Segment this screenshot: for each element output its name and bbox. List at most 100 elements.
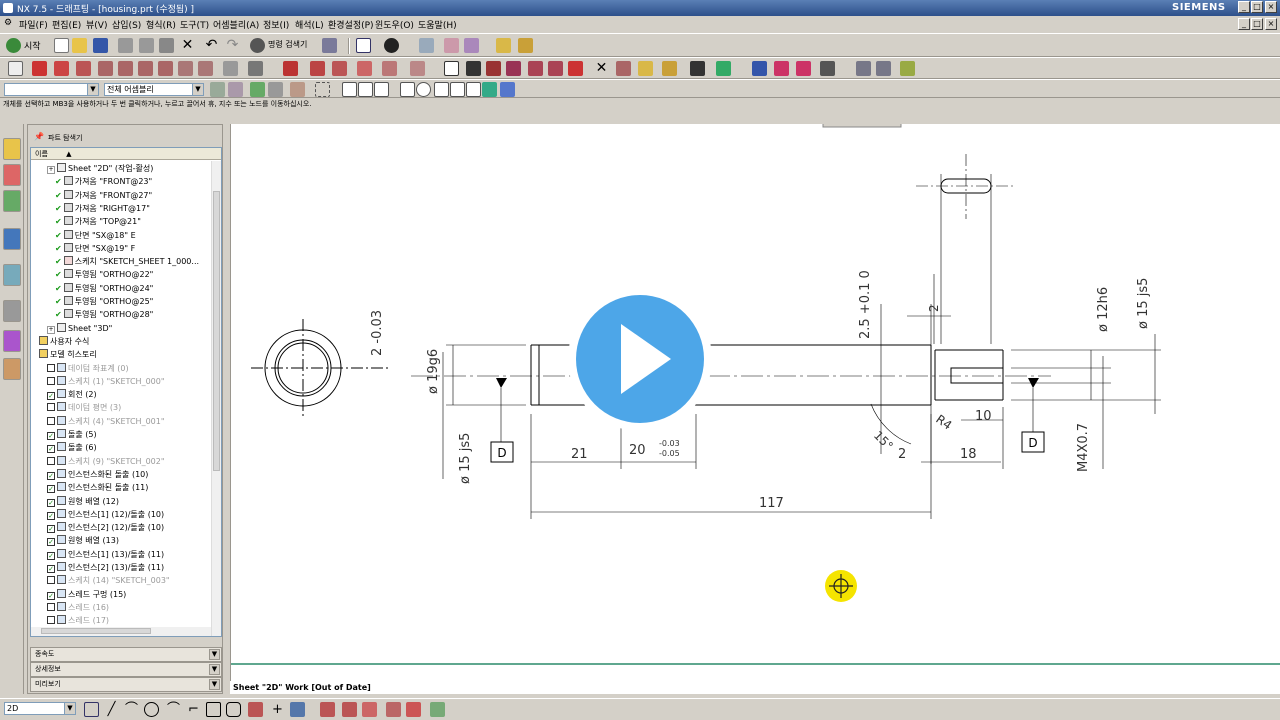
menu-window[interactable]: 윈도우(O) xyxy=(375,18,414,31)
id-symbol-icon[interactable] xyxy=(528,61,543,76)
note-icon[interactable] xyxy=(444,61,459,76)
scroll-thumb[interactable] xyxy=(213,191,220,471)
bolt-circle-icon[interactable] xyxy=(310,61,325,76)
menu-analysis[interactable]: 해석(L) xyxy=(295,18,324,31)
tree-node[interactable]: 스레드 (17) xyxy=(47,614,109,627)
user-symbol-icon[interactable] xyxy=(548,61,563,76)
tree-node[interactable]: 스케치 (14) "SKETCH_003" xyxy=(47,574,170,587)
profile-icon[interactable] xyxy=(84,702,99,717)
analysis-icon[interactable] xyxy=(518,38,533,53)
history-tab[interactable] xyxy=(3,264,21,286)
expand-icon[interactable]: + xyxy=(47,166,55,174)
tree-node[interactable]: ✓ 스레드 구멍 (15) xyxy=(47,588,126,601)
control-point-icon[interactable] xyxy=(374,82,389,97)
feature-checkbox[interactable]: ✓ xyxy=(47,432,55,440)
weld-icon[interactable] xyxy=(616,61,631,76)
update-view-icon[interactable] xyxy=(223,61,238,76)
crosshatch-icon[interactable]: ✕ xyxy=(594,61,609,76)
cut-icon[interactable] xyxy=(118,38,133,53)
line-icon[interactable]: ╱ xyxy=(104,702,119,717)
tree-node[interactable]: ✔ 투영됨 "ORTHO@22" xyxy=(55,268,153,281)
copy-icon[interactable] xyxy=(139,38,154,53)
menu-preferences[interactable]: 환경설정(P) xyxy=(328,18,374,31)
preview-panel[interactable]: 미리보기 ▼ xyxy=(30,677,222,692)
menu-info[interactable]: 정보(I) xyxy=(263,18,289,31)
image-icon[interactable] xyxy=(716,61,731,76)
keyway-view[interactable] xyxy=(916,154,1016,219)
feature-checkbox[interactable] xyxy=(47,376,55,385)
part-navigator-tab[interactable] xyxy=(3,164,21,186)
datum-left[interactable]: D xyxy=(490,378,514,463)
tree-node[interactable]: 데이텀 평면 (3) xyxy=(47,401,121,414)
render-style-icon[interactable] xyxy=(384,38,399,53)
revolved-section-icon[interactable] xyxy=(138,61,153,76)
dimension-icon[interactable] xyxy=(406,702,421,717)
binoculars-icon[interactable] xyxy=(250,38,265,53)
feature-checkbox[interactable] xyxy=(47,616,55,625)
midpoint-icon[interactable] xyxy=(358,82,373,97)
centerline-icon[interactable] xyxy=(283,61,298,76)
tree-node[interactable]: ✓ 돌출 (5) xyxy=(47,428,97,441)
intersection-symbol-icon[interactable] xyxy=(662,61,677,76)
show-hide-icon[interactable] xyxy=(444,38,459,53)
hole-table-icon[interactable] xyxy=(900,61,915,76)
menu-file[interactable]: 파일(F) xyxy=(19,18,48,31)
projected-view-icon[interactable] xyxy=(54,61,69,76)
feature-checkbox[interactable]: ✓ xyxy=(47,538,55,547)
tree-node[interactable]: ✔ 가져옴 "FRONT@23" xyxy=(55,175,152,188)
fit-icon[interactable] xyxy=(356,38,371,53)
quick-trim-icon[interactable] xyxy=(320,702,335,717)
tree-node[interactable]: ✓ 인스턴스[2] (13)/돌출 (11) xyxy=(47,561,164,574)
touch-icon[interactable] xyxy=(322,38,337,53)
break-view-icon[interactable] xyxy=(178,61,193,76)
detail-view-icon[interactable] xyxy=(76,61,91,76)
snap-icon[interactable] xyxy=(250,82,265,97)
offset-cl-icon[interactable] xyxy=(357,61,372,76)
hscroll-thumb[interactable] xyxy=(41,628,151,634)
column-header-name[interactable]: 이름 ▲ xyxy=(31,148,221,160)
chamfer-icon[interactable]: ⌐ xyxy=(186,702,201,717)
feature-checkbox[interactable] xyxy=(47,403,55,412)
feature-checkbox[interactable]: ✓ xyxy=(47,565,55,573)
table-icon[interactable] xyxy=(690,61,705,76)
menu-icon[interactable]: ⚙ xyxy=(4,18,12,28)
broken-out-icon[interactable] xyxy=(198,61,213,76)
paste-icon[interactable] xyxy=(159,38,174,53)
tree-node[interactable]: ✓ 인스턴스[2] (12)/돌출 (10) xyxy=(47,521,164,534)
feature-checkbox[interactable]: ✓ xyxy=(47,392,55,401)
feature-checkbox[interactable] xyxy=(47,576,55,585)
intersection-icon[interactable] xyxy=(410,61,425,76)
tree-node[interactable]: ✓ 원형 배열 (13) xyxy=(47,534,119,547)
web-browser-tab[interactable] xyxy=(3,228,21,250)
quadrant-icon[interactable] xyxy=(416,82,431,97)
select-all-icon[interactable] xyxy=(228,82,243,97)
feature-checkbox[interactable]: ✓ xyxy=(47,471,55,480)
shaft-front-view[interactable] xyxy=(411,344,1051,406)
datum-target-icon[interactable] xyxy=(506,61,521,76)
menu-help[interactable]: 도움말(H) xyxy=(418,18,457,31)
point-on-curve-icon[interactable] xyxy=(450,82,465,97)
tree-node[interactable]: 스케치 (4) "SKETCH_001" xyxy=(47,415,165,428)
chevron-down-icon[interactable]: ▼ xyxy=(209,664,220,675)
expand-icon[interactable]: + xyxy=(47,325,55,334)
delete-icon[interactable]: ✕ xyxy=(180,38,195,53)
feature-checkbox[interactable]: ✓ xyxy=(47,498,55,507)
tree-node[interactable]: ✔ 가져옴 "TOP@21" xyxy=(55,215,141,228)
isolate-icon[interactable] xyxy=(464,38,479,53)
feature-checkbox[interactable]: ✓ xyxy=(47,445,55,454)
quick-extend-icon[interactable] xyxy=(342,702,357,717)
arc-icon[interactable]: ⌒ xyxy=(124,702,139,717)
tree-node[interactable]: ✓ 인스턴스[1] (12)/돌출 (10) xyxy=(47,508,164,521)
command-finder-button[interactable]: 명령 검색기 xyxy=(268,39,307,50)
target-point-icon[interactable] xyxy=(638,61,653,76)
doc-restore-button[interactable]: □ xyxy=(1251,18,1263,30)
dimension-texts[interactable]: 2 -0.03 ø 19g6 ø 15 js5 21 20 -0.03 -0.0… xyxy=(370,270,1151,511)
tree-node[interactable]: ✓ 원형 배열 (12) xyxy=(47,495,119,508)
menu-assembly[interactable]: 어셈블리(A) xyxy=(213,18,259,31)
minimize-button[interactable]: _ xyxy=(1238,1,1250,13)
new-file-icon[interactable] xyxy=(54,38,69,53)
tree-node[interactable]: 모델 히스토리 xyxy=(39,348,97,361)
tree-node[interactable]: 스케치 (1) "SKETCH_000" xyxy=(47,375,165,388)
start-icon[interactable] xyxy=(6,38,21,53)
tree-node[interactable]: ✓ 회전 (2) xyxy=(47,388,97,401)
